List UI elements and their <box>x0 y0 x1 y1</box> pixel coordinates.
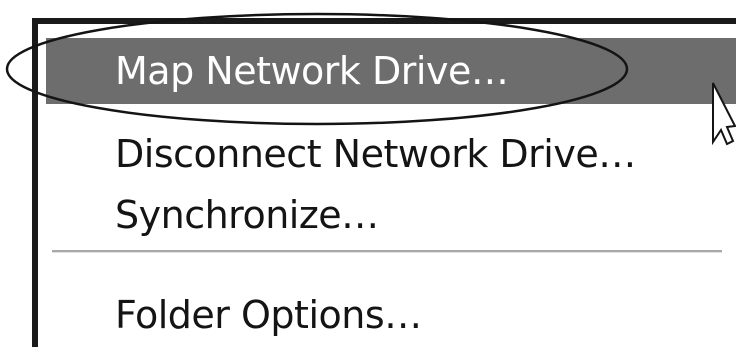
menu-item-folder-options[interactable]: Folder Options… <box>46 283 736 347</box>
context-menu: Map Network Drive… Disconnect Network Dr… <box>32 18 736 347</box>
menu-border-left <box>32 18 38 347</box>
menu-item-disconnect-network-drive[interactable]: Disconnect Network Drive… <box>46 122 736 186</box>
arrow-cursor-icon <box>712 82 736 146</box>
menu-separator <box>52 250 722 253</box>
menu-border-top <box>32 18 736 24</box>
menu-item-synchronize[interactable]: Synchronize… <box>46 183 736 247</box>
menu-item-map-network-drive[interactable]: Map Network Drive… <box>46 38 736 104</box>
